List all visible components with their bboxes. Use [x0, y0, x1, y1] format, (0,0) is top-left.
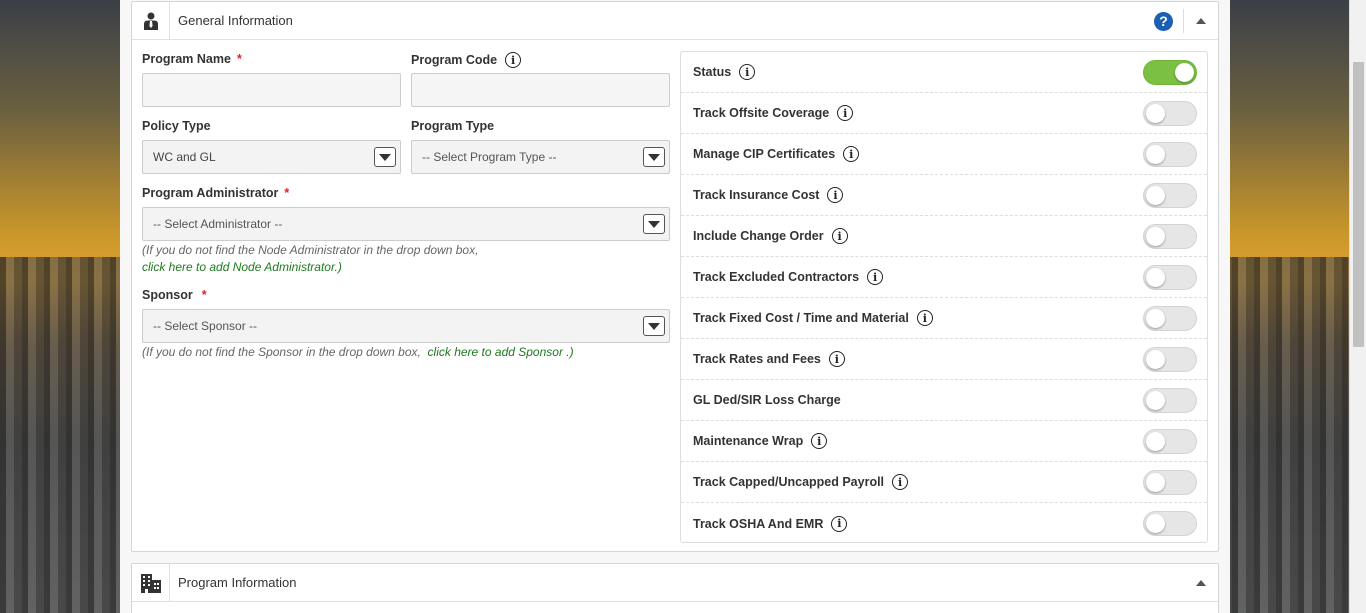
sponsor-select[interactable]: -- Select Sponsor -- — [142, 309, 670, 343]
toggle-row: Manage CIP Certificates i — [681, 134, 1207, 175]
toggle-row: GL Ded/SIR Loss Charge — [681, 380, 1207, 421]
feature-toggles-list: Status i Track Offsite Coverage i Manage CIP… — [680, 51, 1208, 543]
info-icon[interactable]: i — [892, 474, 909, 490]
program-information-panel: Program Information — [131, 563, 1219, 613]
toggle-knob — [1146, 309, 1165, 328]
toggle-switch[interactable] — [1143, 306, 1197, 331]
program-type-select[interactable]: -- Select Program Type -- — [411, 140, 670, 174]
info-icon[interactable]: i — [867, 269, 884, 285]
add-node-administrator-link[interactable]: click here to add Node Administrator.) — [142, 260, 342, 274]
person-tie-icon — [132, 1, 170, 40]
toggle-switch[interactable] — [1143, 183, 1197, 208]
toggle-row: Track Rates and Fees i — [681, 339, 1207, 380]
program-name-label: Program Name * — [142, 52, 242, 66]
toggle-switch[interactable] — [1143, 511, 1197, 536]
toggle-row: Track Insurance Cost i — [681, 175, 1207, 216]
toggle-knob — [1175, 63, 1194, 82]
chevron-down-icon[interactable] — [643, 316, 665, 336]
question-circle-icon[interactable]: ? — [1154, 11, 1173, 31]
collapse-caret-icon[interactable] — [1184, 2, 1218, 40]
required-marker: * — [236, 52, 242, 66]
info-icon[interactable]: i — [916, 310, 933, 326]
toggle-switch[interactable] — [1143, 101, 1197, 126]
toggle-label: Track Insurance Cost — [693, 188, 820, 202]
toggle-label: Include Change Order — [693, 229, 824, 243]
scrollbar-thumb[interactable] — [1353, 62, 1364, 347]
toggle-label: Status — [693, 65, 732, 79]
toggle-knob — [1146, 514, 1165, 533]
toggle-row: Track Offsite Coverage i — [681, 93, 1207, 134]
toggle-row: Track Capped/Uncapped Payroll i — [681, 462, 1207, 503]
toggle-label: Maintenance Wrap — [693, 434, 804, 448]
toggle-knob — [1146, 227, 1165, 246]
chevron-down-icon[interactable] — [374, 147, 396, 167]
required-marker: * — [284, 186, 290, 200]
toggle-knob — [1146, 104, 1165, 123]
info-icon[interactable]: i — [831, 228, 848, 244]
panel-title: Program Information — [178, 575, 297, 590]
toggle-knob — [1146, 145, 1165, 164]
policy-type-label: Policy Type — [142, 119, 211, 133]
panel-header: General Information ? — [132, 1, 1218, 40]
building-icon — [132, 563, 170, 602]
info-icon[interactable]: i — [827, 187, 844, 203]
program-administrator-select[interactable]: -- Select Administrator -- — [142, 207, 670, 241]
toggle-label: Track Rates and Fees — [693, 352, 821, 366]
info-icon[interactable]: i — [828, 351, 845, 367]
program-administrator-label: Program Administrator * — [142, 186, 290, 200]
add-sponsor-link[interactable]: click here to add Sponsor .) — [428, 345, 574, 359]
info-icon[interactable]: i — [831, 515, 848, 532]
sponsor-label: Sponsor * — [142, 288, 207, 302]
panel-title: General Information — [178, 13, 293, 28]
program-name-input[interactable] — [142, 73, 401, 107]
toggle-label: Track Offsite Coverage — [693, 106, 830, 120]
toggle-switch[interactable] — [1143, 470, 1197, 495]
toggle-knob — [1146, 391, 1165, 410]
toggle-switch[interactable] — [1143, 224, 1197, 249]
page-scrollbar[interactable] — [1349, 0, 1366, 613]
policy-type-select[interactable]: WC and GL — [142, 140, 401, 174]
toggle-label: Track Capped/Uncapped Payroll — [693, 475, 885, 489]
toggle-label: Manage CIP Certificates — [693, 147, 836, 161]
toggle-knob — [1146, 186, 1165, 205]
toggle-row: Maintenance Wrap i — [681, 421, 1207, 462]
toggle-label: Track Fixed Cost / Time and Material — [693, 311, 909, 325]
toggle-row: Track OSHA And EMR i — [681, 503, 1207, 544]
toggle-knob — [1146, 432, 1165, 451]
collapse-caret-icon[interactable] — [1184, 564, 1218, 602]
toggle-row: Track Excluded Contractors i — [681, 257, 1207, 298]
chevron-down-icon[interactable] — [643, 147, 665, 167]
toggle-switch[interactable] — [1143, 388, 1197, 413]
toggle-switch[interactable] — [1143, 429, 1197, 454]
info-icon[interactable]: i — [811, 433, 828, 449]
toggle-row: Track Fixed Cost / Time and Material i — [681, 298, 1207, 339]
toggle-switch[interactable] — [1143, 142, 1197, 167]
toggle-knob — [1146, 350, 1165, 369]
chevron-down-icon[interactable] — [643, 214, 665, 234]
program-code-label: Program Code i — [411, 52, 522, 68]
toggle-row: Include Change Order i — [681, 216, 1207, 257]
toggle-switch[interactable] — [1143, 347, 1197, 372]
toggle-label: Track Excluded Contractors — [693, 270, 860, 284]
toggle-switch[interactable] — [1143, 265, 1197, 290]
toggle-knob — [1146, 268, 1165, 287]
required-marker: * — [201, 288, 207, 302]
sponsor-hint: (If you do not find the Sponsor in the d… — [142, 345, 574, 359]
program-type-label: Program Type — [411, 119, 495, 133]
info-icon[interactable]: i — [739, 64, 756, 80]
program-code-input[interactable] — [411, 73, 670, 107]
main-content: General Information ? Program Name * Pro… — [120, 0, 1230, 613]
toggle-knob — [1146, 473, 1165, 492]
info-icon[interactable]: i — [843, 146, 860, 162]
toggle-row: Status i — [681, 52, 1207, 93]
toggle-switch[interactable] — [1143, 60, 1197, 85]
info-icon[interactable]: i — [505, 52, 522, 68]
panel-header: Program Information — [132, 563, 1218, 602]
info-icon[interactable]: i — [837, 105, 854, 121]
toggle-label: GL Ded/SIR Loss Charge — [693, 393, 841, 407]
administrator-hint: (If you do not find the Node Administrat… — [142, 243, 479, 274]
toggle-label: Track OSHA And EMR — [693, 516, 824, 531]
general-information-panel: General Information ? Program Name * Pro… — [131, 1, 1219, 552]
